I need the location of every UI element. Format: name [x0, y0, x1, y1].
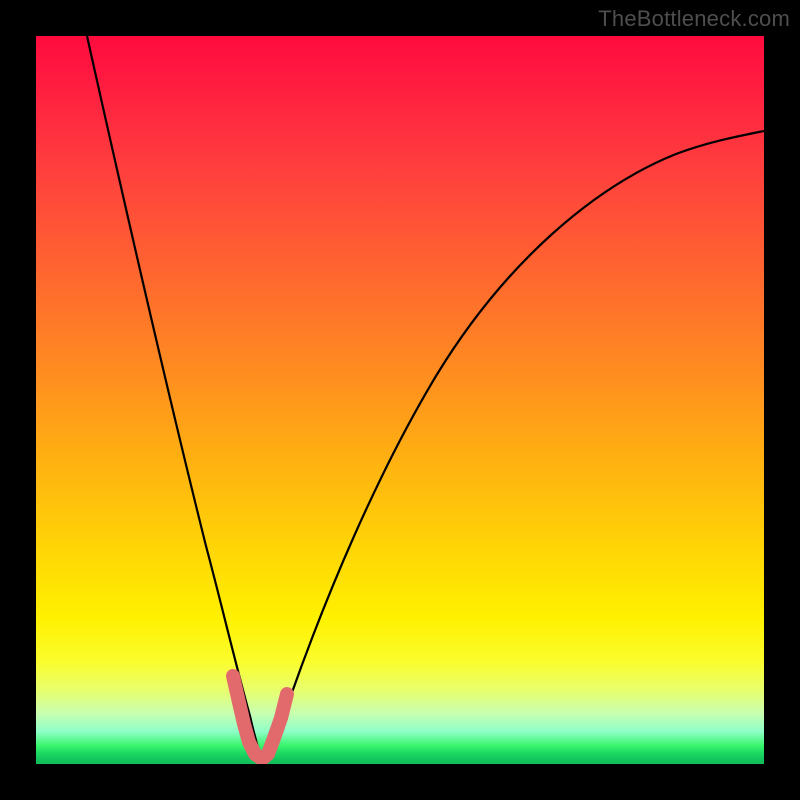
bottleneck-curve-right-branch	[262, 131, 764, 761]
plot-area	[36, 36, 764, 764]
curve-layer	[36, 36, 764, 764]
outer-frame: TheBottleneck.com	[0, 0, 800, 800]
watermark-text: TheBottleneck.com	[598, 6, 790, 32]
bottleneck-curve-left-branch	[87, 36, 262, 761]
marker-segment	[233, 676, 287, 759]
